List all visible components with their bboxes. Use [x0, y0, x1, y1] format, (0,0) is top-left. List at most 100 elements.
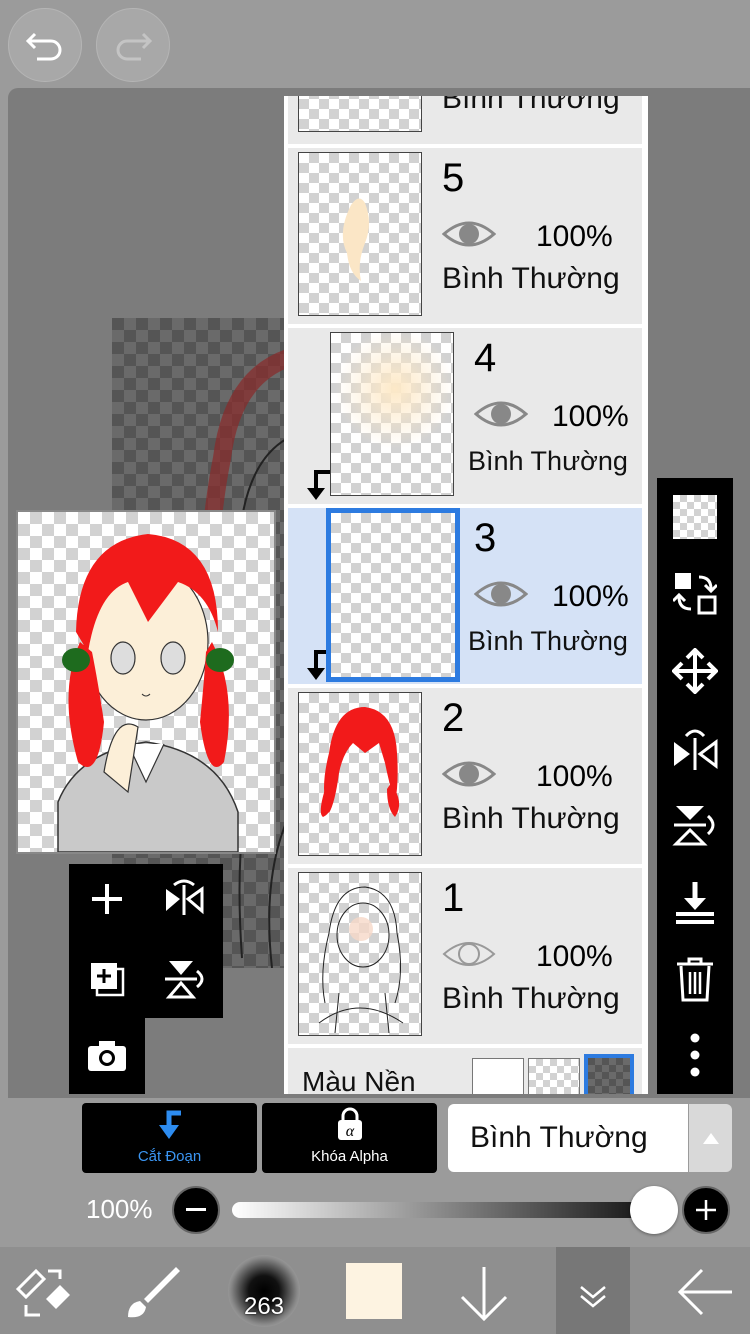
paintbrush-icon: [128, 1267, 180, 1318]
layer-number: 1: [442, 876, 465, 920]
alpha-lock-icon: α: [337, 1107, 362, 1140]
layers-panel[interactable]: Bình Thường 5 100% Bình Thường 4 100% Bì…: [284, 96, 648, 1094]
move-button[interactable]: [657, 636, 733, 706]
clipping-arrow-icon: [158, 1110, 181, 1139]
brush-size-value: 263: [243, 1293, 285, 1320]
swap-layers-icon: [673, 573, 717, 615]
blend-mode-expand-button[interactable]: [689, 1104, 732, 1172]
eye-icon[interactable]: [473, 396, 529, 437]
layer-row-5[interactable]: 5 100% Bình Thường: [288, 148, 642, 324]
layer-blend-mode: Bình Thường: [468, 446, 628, 476]
selection-tool-button[interactable]: [14, 1265, 74, 1324]
trash-icon: [677, 957, 713, 1002]
svg-text:α: α: [345, 1123, 354, 1140]
camera-icon: [88, 1041, 126, 1071]
layer-opacity: 100%: [552, 400, 629, 433]
back-button[interactable]: [676, 1267, 734, 1322]
layer-tools-toolbar: [657, 478, 733, 1094]
undo-button[interactable]: [8, 8, 82, 82]
background-label: Màu Nền: [302, 1066, 416, 1094]
eye-icon[interactable]: [441, 756, 497, 797]
arrow-left-icon: [677, 1268, 732, 1316]
camera-import-button[interactable]: [69, 1018, 145, 1094]
flip-layer-horizontal-button[interactable]: [657, 714, 733, 784]
flip-horizontal-button[interactable]: [146, 864, 222, 934]
layer-opacity: 100%: [536, 940, 613, 973]
plus-icon: [92, 884, 122, 914]
clipping-arrow-icon: [304, 468, 332, 507]
flip-horizontal-icon: [674, 729, 718, 770]
eye-icon[interactable]: [441, 216, 497, 257]
layer-blend-mode: Bình Thường: [442, 982, 620, 1015]
layer-number: 2: [442, 696, 465, 740]
opacity-slider-thumb[interactable]: [630, 1186, 678, 1234]
background-dark-swatch[interactable]: [584, 1054, 634, 1094]
delete-layer-button[interactable]: [657, 944, 733, 1014]
redo-button[interactable]: [96, 8, 170, 82]
layer-row-4[interactable]: 4 100% Bình Thường: [288, 328, 642, 504]
flip-vertical-button[interactable]: [146, 944, 222, 1014]
undo-icon: [25, 32, 62, 61]
layer-row-partial[interactable]: Bình Thường: [288, 96, 642, 144]
layers-menu-button[interactable]: [556, 1247, 630, 1334]
layer-thumbnail: [298, 692, 422, 856]
layer-row-1[interactable]: 1 100% Bình Thường: [288, 868, 642, 1044]
layer-number: 4: [474, 336, 497, 380]
layer-thumbnail: [298, 152, 422, 316]
transform-eraser-icon: [15, 1268, 70, 1317]
reference-preview[interactable]: [16, 510, 276, 854]
brush-tool-button[interactable]: [124, 1265, 184, 1326]
blend-mode-dropdown[interactable]: Bình Thường: [448, 1104, 688, 1172]
flip-layer-vertical-button[interactable]: [657, 790, 733, 860]
eye-icon[interactable]: [473, 576, 529, 617]
duplicate-layer-button[interactable]: [69, 944, 145, 1014]
clipping-button[interactable]: Cắt Đoạn: [82, 1103, 257, 1173]
more-options-button[interactable]: [657, 1020, 733, 1090]
layer-blend-mode: Bình Thường: [442, 802, 620, 835]
more-vertical-icon: [690, 1033, 700, 1077]
layer-number: 5: [442, 156, 465, 200]
minus-icon: [186, 1208, 206, 1211]
opacity-value: 100%: [86, 1194, 153, 1224]
move-arrows-icon: [672, 648, 718, 694]
layer-thumbnail-selected: [326, 508, 460, 682]
character-preview-art: [57, 534, 239, 853]
layer-row-2[interactable]: 2 100% Bình Thường: [288, 688, 642, 864]
layer-blend-mode: Bình Thường: [442, 262, 620, 295]
layer-thumbnail: [330, 329, 455, 496]
plus-icon: [696, 1200, 716, 1220]
layer-thumbnail: [298, 872, 422, 1036]
brush-size-button[interactable]: 263: [228, 1255, 300, 1327]
transparency-button[interactable]: [657, 482, 733, 552]
layer-row-3[interactable]: 3 100% Bình Thường: [288, 508, 642, 684]
eye-icon[interactable]: [442, 936, 496, 977]
layer-opacity: 100%: [536, 220, 613, 253]
arrow-down-icon: [460, 1267, 508, 1322]
checkerboard-icon: [673, 495, 717, 539]
duplicate-icon: [91, 963, 125, 997]
layer-opacity: 100%: [536, 760, 613, 793]
opacity-increase-button[interactable]: [682, 1186, 730, 1234]
flip-vertical-icon: [165, 961, 204, 999]
flip-horizontal-icon: [166, 879, 204, 915]
layer-number: 3: [474, 516, 497, 560]
opacity-slider-track[interactable]: [232, 1202, 654, 1218]
add-layer-button[interactable]: [69, 864, 145, 934]
background-white-swatch[interactable]: [472, 1058, 524, 1094]
layer-down-button[interactable]: [456, 1263, 512, 1328]
opacity-decrease-button[interactable]: [172, 1186, 220, 1234]
merge-down-button[interactable]: [657, 868, 733, 938]
clipping-label: Cắt Đoạn: [137, 1148, 202, 1165]
blend-mode-value: Bình Thường: [470, 1121, 648, 1154]
alpha-lock-button[interactable]: α Khóa Alpha: [262, 1103, 437, 1173]
layer-opacity: 100%: [552, 580, 629, 613]
layer-swap-button[interactable]: [657, 558, 733, 628]
double-chevron-down-icon: [580, 1286, 606, 1308]
alpha-lock-label: Khóa Alpha: [311, 1148, 388, 1165]
background-color-row[interactable]: Màu Nền: [288, 1048, 642, 1094]
layer-blend-mode: Bình Thường: [442, 96, 620, 115]
flip-vertical-icon: [672, 806, 715, 846]
bottom-toolbar: 263: [0, 1247, 750, 1334]
background-transparent-swatch[interactable]: [528, 1058, 580, 1094]
color-swatch-button[interactable]: [346, 1263, 402, 1319]
